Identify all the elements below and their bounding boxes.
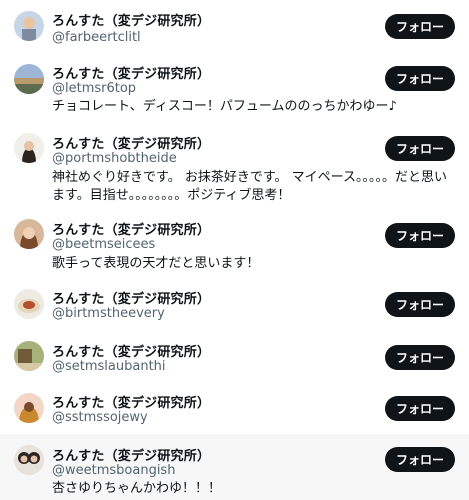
avatar-image	[14, 219, 44, 249]
user-bio: 杏さゆりちゃんかわゆ！！！	[52, 481, 222, 496]
user-display-name[interactable]: ろんすた（変デジ研究所）	[52, 10, 210, 29]
user-row[interactable]: ろんすた（変デジ研究所） @farbeertclitl フォロー	[0, 0, 469, 57]
follow-button[interactable]: フォロー	[385, 396, 455, 421]
avatar-image	[14, 341, 44, 371]
avatar-image	[14, 289, 44, 319]
follow-button[interactable]: フォロー	[385, 14, 455, 39]
user-row[interactable]: ろんすた（変デジ研究所） @letmsr6top チョコレート、ディスコー！パフ…	[0, 57, 469, 122]
user-row[interactable]: ろんすた（変デジ研究所） @sstmssojewy フォロー	[0, 382, 469, 434]
avatar[interactable]	[14, 133, 44, 163]
avatar-image	[14, 133, 44, 163]
user-display-name[interactable]: ろんすた（変デジ研究所）	[52, 288, 210, 307]
user-bio: 歌手って表現の天才だと思います！	[52, 256, 260, 271]
follow-button[interactable]: フォロー	[385, 345, 455, 370]
user-bio: チョコレート、ディスコー！パフュームののっちかわゆー♪	[52, 99, 397, 114]
user-display-name[interactable]: ろんすた（変デジ研究所）	[52, 63, 210, 82]
avatar[interactable]	[14, 64, 44, 94]
user-handle[interactable]: @setmslaubanthi	[52, 359, 166, 374]
user-display-name[interactable]: ろんすた（変デジ研究所）	[52, 392, 210, 411]
user-display-name[interactable]: ろんすた（変デジ研究所）	[52, 341, 210, 360]
user-handle[interactable]: @beetmseicees	[52, 237, 155, 252]
user-handle[interactable]: @sstmssojewy	[52, 410, 148, 425]
user-row[interactable]: ろんすた（変デジ研究所） @setmslaubanthi フォロー	[0, 329, 469, 382]
user-handle[interactable]: @letmsr6top	[52, 81, 136, 96]
follow-button[interactable]: フォロー	[385, 223, 455, 248]
user-display-name[interactable]: ろんすた（変デジ研究所）	[52, 445, 210, 464]
avatar[interactable]	[14, 289, 44, 319]
follow-button[interactable]: フォロー	[385, 447, 455, 472]
avatar-image	[14, 393, 44, 423]
user-handle[interactable]: @farbeertclitl	[52, 30, 141, 45]
user-display-name[interactable]: ろんすた（変デジ研究所）	[52, 133, 210, 152]
avatar[interactable]	[14, 11, 44, 41]
user-row[interactable]: ろんすた（変デジ研究所） @portmshobtheide 神社めぐり好きです。…	[0, 122, 469, 208]
follow-button[interactable]: フォロー	[385, 136, 455, 161]
avatar[interactable]	[14, 341, 44, 371]
user-handle[interactable]: @weetmsboangish	[52, 463, 175, 478]
user-row[interactable]: ろんすた（変デジ研究所） @beetmseicees 歌手って表現の天才だと思い…	[0, 208, 469, 276]
user-row[interactable]: ろんすた（変デジ研究所） @birtmstheevery フォロー	[0, 276, 469, 329]
user-bio: 神社めぐり好きです。 お抹茶好きです。 マイペース。。。。。だと思います。目指せ…	[52, 170, 448, 203]
user-display-name[interactable]: ろんすた（変デジ研究所）	[52, 219, 210, 238]
avatar-image	[14, 445, 44, 475]
avatar[interactable]	[14, 393, 44, 423]
avatar-image	[14, 11, 44, 41]
avatar[interactable]	[14, 445, 44, 475]
user-list: ろんすた（変デジ研究所） @farbeertclitl フォロー ろんすた（変デ…	[0, 0, 469, 500]
user-handle[interactable]: @birtmstheevery	[52, 306, 165, 321]
avatar-image	[14, 64, 44, 94]
follow-button[interactable]: フォロー	[385, 292, 455, 317]
user-row[interactable]: ろんすた（変デジ研究所） @weetmsboangish 杏さゆりちゃんかわゆ！…	[0, 434, 469, 500]
follow-button[interactable]: フォロー	[385, 66, 455, 91]
avatar[interactable]	[14, 219, 44, 249]
user-handle[interactable]: @portmshobtheide	[52, 151, 177, 166]
